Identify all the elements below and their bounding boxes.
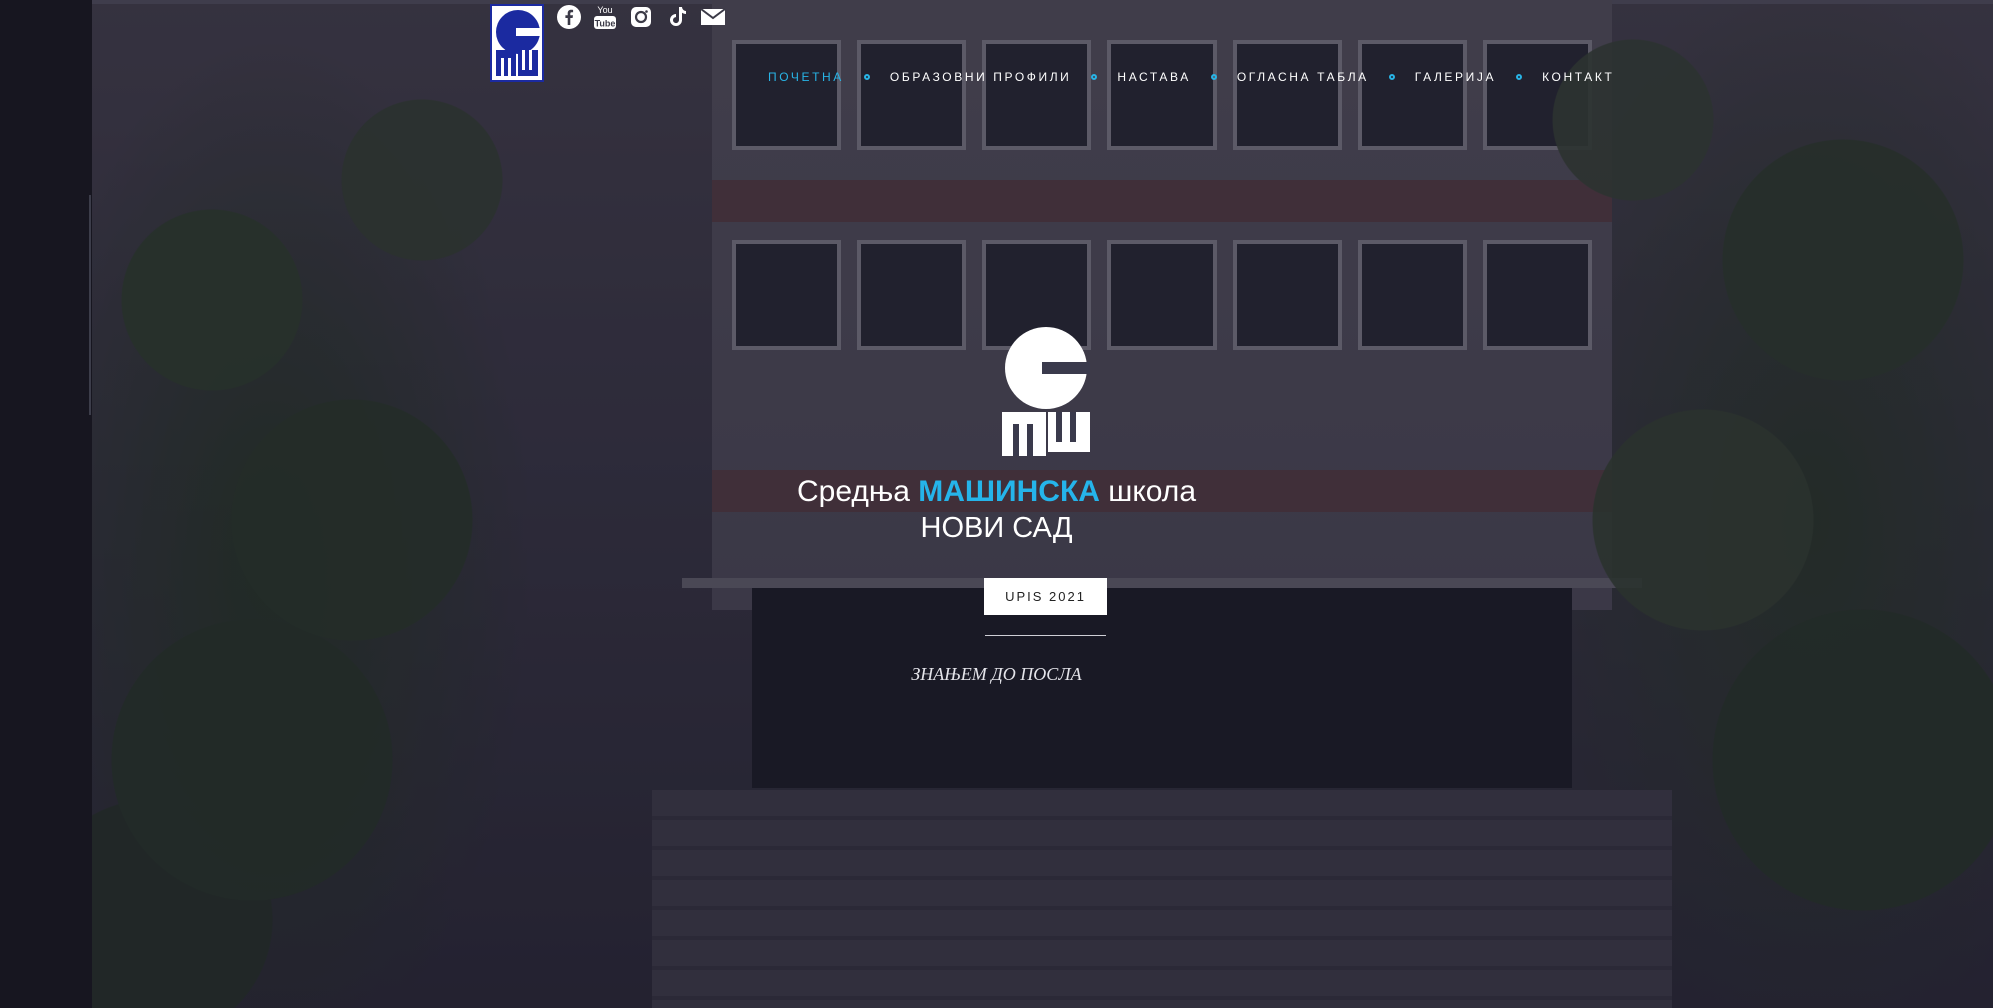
instagram-icon[interactable] <box>628 4 654 30</box>
hero-title: Средња МАШИНСКА школа <box>0 474 1993 510</box>
hero-title-accent: МАШИНСКА <box>918 475 1100 508</box>
nav-item-teaching[interactable]: НАСТАВА <box>1117 70 1190 84</box>
nav-item-home[interactable]: ПОЧЕТНА <box>768 70 844 84</box>
scroll-indicator[interactable] <box>89 195 91 415</box>
hero-title-part1: Средња <box>796 475 919 508</box>
youtube-icon[interactable]: You Tube <box>592 4 618 30</box>
facebook-icon[interactable] <box>556 4 582 30</box>
hero-title-part2: школа <box>1099 475 1197 508</box>
youtube-text-top: You <box>597 5 612 15</box>
enrollment-button[interactable]: UPIS 2021 <box>984 578 1107 615</box>
envelope-icon[interactable] <box>700 4 726 30</box>
school-emblem-icon <box>1002 327 1090 456</box>
social-links: You Tube <box>556 4 726 30</box>
school-logo[interactable] <box>490 4 544 82</box>
nav-separator-icon <box>1091 74 1098 80</box>
nav-separator-icon <box>1388 74 1395 80</box>
hero-logo <box>1002 326 1090 456</box>
main-navigation: ПОЧЕТНА ОБРАЗОВНИ ПРОФИЛИ НАСТАВА ОГЛАСН… <box>768 70 1614 84</box>
nav-separator-icon <box>1516 74 1523 80</box>
tiktok-icon[interactable] <box>664 4 690 30</box>
nav-item-gallery[interactable]: ГАЛЕРИЈА <box>1415 70 1496 84</box>
nav-item-notice-board[interactable]: ОГЛАСНА ТАБЛА <box>1237 70 1369 84</box>
youtube-text-bottom: Tube <box>595 19 616 29</box>
school-motto: ЗНАЊЕМ ДО ПОСЛА <box>911 664 1082 684</box>
divider <box>985 635 1106 636</box>
nav-separator-icon <box>1210 74 1217 80</box>
nav-item-contact[interactable]: КОНТАКТ <box>1542 70 1614 84</box>
nav-separator-icon <box>863 74 870 80</box>
hero-subtitle: НОВИ САД <box>920 512 1073 544</box>
school-logo-icon <box>496 10 540 76</box>
nav-item-education-profiles[interactable]: ОБРАЗОВНИ ПРОФИЛИ <box>890 70 1072 84</box>
